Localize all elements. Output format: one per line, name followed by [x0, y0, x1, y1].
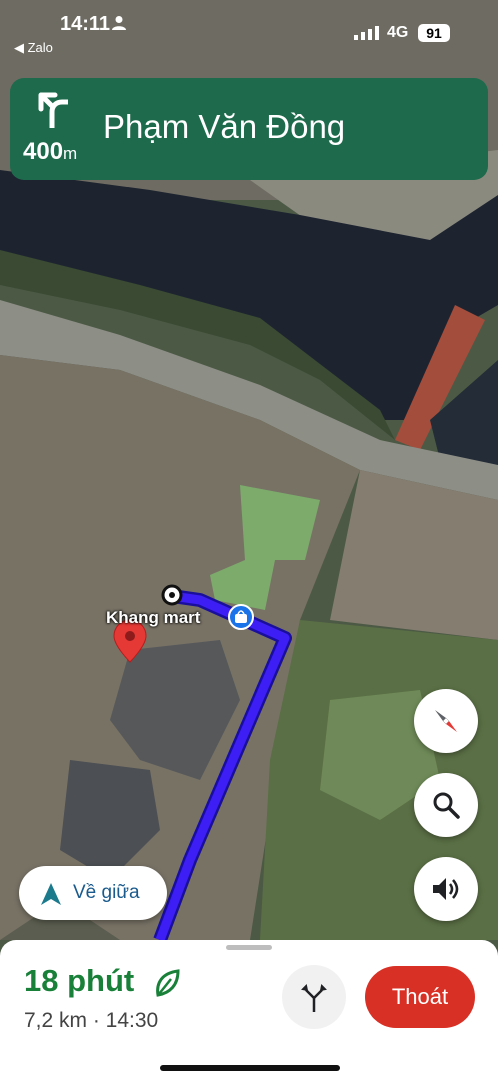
search-button[interactable]	[414, 773, 478, 837]
recenter-label: Về giữa	[73, 882, 140, 903]
exit-navigation-button[interactable]: Thoát	[365, 966, 475, 1028]
home-indicator[interactable]	[160, 1065, 340, 1071]
volume-icon	[433, 878, 459, 900]
status-bar: 14:11 ◀ Zalo 4G 91	[0, 0, 498, 68]
street-name: Phạm Văn Đồng	[103, 108, 346, 145]
distance-unit: m	[63, 144, 78, 163]
battery-level: 91	[418, 24, 450, 42]
signal-icon	[354, 26, 379, 40]
eta-duration: 18 phút	[24, 963, 135, 998]
turn-distance: 400m	[23, 138, 77, 166]
turn-instruction-banner[interactable]: 400m Phạm Văn Đồng	[10, 78, 488, 180]
alternate-routes-button[interactable]	[282, 965, 346, 1029]
alternate-routes-icon	[301, 984, 327, 1012]
search-icon	[433, 792, 460, 819]
compass-icon	[435, 710, 457, 732]
poi-label[interactable]: Khang mart	[106, 608, 200, 628]
recenter-button[interactable]: Về giữa	[19, 866, 167, 920]
compass-button[interactable]	[414, 689, 478, 753]
distance-value: 400	[23, 138, 64, 165]
status-time: 14:11	[60, 13, 111, 35]
network-type: 4G	[387, 24, 409, 41]
back-to-app-link[interactable]: ◀ Zalo	[14, 40, 53, 56]
turn-left-arrow-icon	[38, 92, 68, 128]
drag-handle[interactable]	[226, 945, 272, 950]
trip-distance-arrival: 7,2 km · 14:30	[24, 1009, 159, 1032]
leaf-icon	[156, 969, 180, 997]
navigation-arrow-icon	[41, 883, 61, 905]
sound-button[interactable]	[414, 857, 478, 921]
person-icon	[112, 16, 126, 30]
